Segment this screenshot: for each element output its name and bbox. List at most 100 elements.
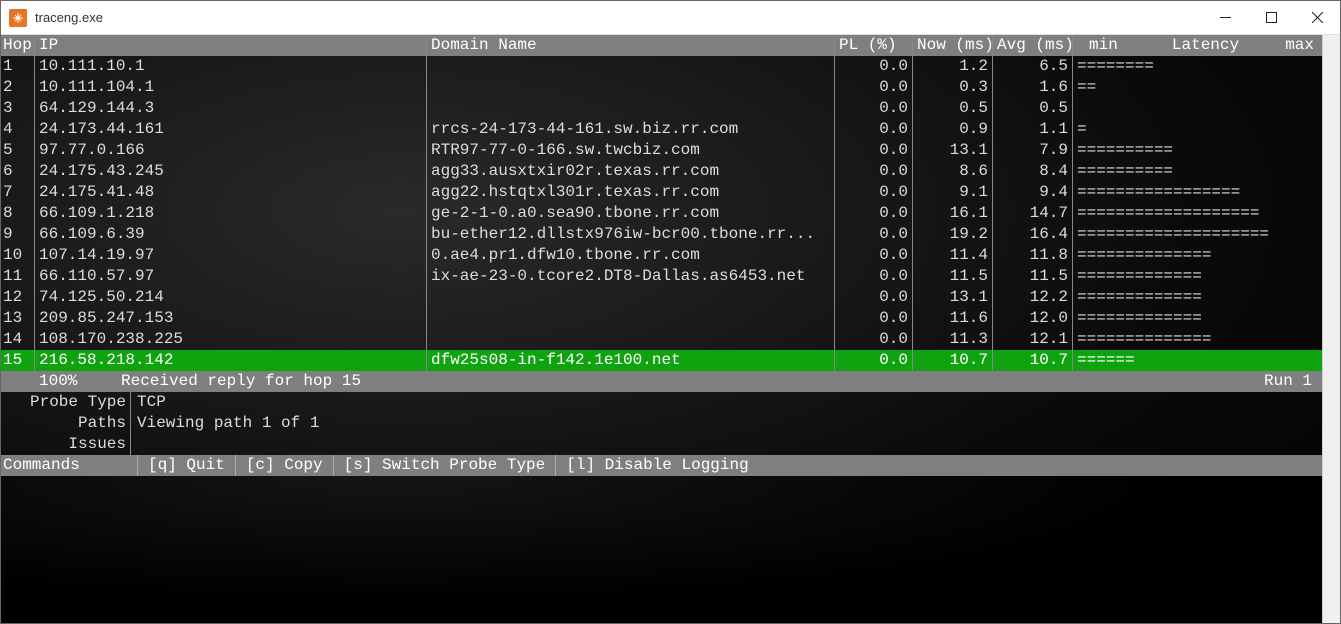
cell-domain: agg33.ausxtxir02r.texas.rr.com xyxy=(427,161,835,182)
issues-value xyxy=(131,434,1322,455)
table-row[interactable]: 364.129.144.30.00.50.5 xyxy=(1,98,1322,119)
table-row[interactable]: 597.77.0.166RTR97-77-0-166.sw.twcbiz.com… xyxy=(1,140,1322,161)
table-header: Hop IP Domain Name PL (%) Now (ms) Avg (… xyxy=(1,35,1322,56)
cell-ip: 216.58.218.142 xyxy=(35,350,427,371)
cell-now: 0.5 xyxy=(913,98,993,119)
cell-ip: 66.109.1.218 xyxy=(35,203,427,224)
cell-hop: 9 xyxy=(1,224,35,245)
cell-avg: 16.4 xyxy=(993,224,1073,245)
col-pl[interactable]: PL (%) xyxy=(835,35,913,56)
cell-ip: 64.129.144.3 xyxy=(35,98,427,119)
cell-avg: 6.5 xyxy=(993,56,1073,77)
maximize-button[interactable] xyxy=(1248,1,1294,35)
app-window: traceng.exe Hop IP Domain Name PL (%) No… xyxy=(0,0,1341,624)
table-row[interactable]: 866.109.1.218ge-2-1-0.a0.sea90.tbone.rr.… xyxy=(1,203,1322,224)
cell-ip: 24.175.41.48 xyxy=(35,182,427,203)
table-row[interactable]: 10107.14.19.970.ae4.pr1.dfw10.tbone.rr.c… xyxy=(1,245,1322,266)
cell-ip: 108.170.238.225 xyxy=(35,329,427,350)
table-row[interactable]: 624.175.43.245agg33.ausxtxir02r.texas.rr… xyxy=(1,161,1322,182)
cell-now: 13.1 xyxy=(913,140,993,161)
cell-hop: 1 xyxy=(1,56,35,77)
close-button[interactable] xyxy=(1294,1,1340,35)
cell-domain: rrcs-24-173-44-161.sw.biz.rr.com xyxy=(427,119,835,140)
col-latency[interactable]: min Latency max xyxy=(1073,35,1322,56)
cell-hop: 14 xyxy=(1,329,35,350)
app-icon xyxy=(9,9,27,27)
minimize-button[interactable] xyxy=(1202,1,1248,35)
cell-avg: 12.0 xyxy=(993,308,1073,329)
cell-latency: ====== xyxy=(1073,350,1322,371)
cell-domain: ix-ae-23-0.tcore2.DT8-Dallas.as6453.net xyxy=(427,266,835,287)
col-hop[interactable]: Hop xyxy=(1,35,35,56)
cell-avg: 9.4 xyxy=(993,182,1073,203)
cell-ip: 66.110.57.97 xyxy=(35,266,427,287)
probe-type-value: TCP xyxy=(131,392,1322,413)
cell-hop: 12 xyxy=(1,287,35,308)
cell-now: 11.3 xyxy=(913,329,993,350)
cell-latency: ============= xyxy=(1073,308,1322,329)
col-avg[interactable]: Avg (ms) xyxy=(993,35,1073,56)
table-row[interactable]: 1166.110.57.97ix-ae-23-0.tcore2.DT8-Dall… xyxy=(1,266,1322,287)
cell-avg: 11.5 xyxy=(993,266,1073,287)
command-item[interactable]: [l] Disable Logging xyxy=(555,455,758,476)
table-row[interactable]: 13209.85.247.1530.011.612.0============= xyxy=(1,308,1322,329)
cell-domain xyxy=(427,98,835,119)
cell-ip: 24.175.43.245 xyxy=(35,161,427,182)
cell-latency: ========== xyxy=(1073,161,1322,182)
command-item[interactable]: [q] Quit xyxy=(137,455,235,476)
cell-hop: 13 xyxy=(1,308,35,329)
cell-domain: RTR97-77-0-166.sw.twcbiz.com xyxy=(427,140,835,161)
cell-pl: 0.0 xyxy=(835,350,913,371)
cell-avg: 10.7 xyxy=(993,350,1073,371)
cell-avg: 14.7 xyxy=(993,203,1073,224)
cell-avg: 1.1 xyxy=(993,119,1073,140)
cell-domain: agg22.hstqtxl301r.texas.rr.com xyxy=(427,182,835,203)
table-row[interactable]: 15216.58.218.142dfw25s08-in-f142.1e100.n… xyxy=(1,350,1322,371)
cell-latency: =================== xyxy=(1073,203,1322,224)
cell-domain xyxy=(427,77,835,98)
cell-now: 16.1 xyxy=(913,203,993,224)
cell-now: 1.2 xyxy=(913,56,993,77)
cell-latency: ==================== xyxy=(1073,224,1322,245)
cell-domain: dfw25s08-in-f142.1e100.net xyxy=(427,350,835,371)
footer-issues: Issues xyxy=(1,434,1322,455)
table-row[interactable]: 724.175.41.48agg22.hstqtxl301r.texas.rr.… xyxy=(1,182,1322,203)
cell-pl: 0.0 xyxy=(835,119,913,140)
scrollbar[interactable] xyxy=(1322,35,1340,623)
cell-now: 0.3 xyxy=(913,77,993,98)
cell-pl: 0.0 xyxy=(835,329,913,350)
col-domain[interactable]: Domain Name xyxy=(427,35,835,56)
cell-latency: == xyxy=(1073,77,1322,98)
cell-now: 10.7 xyxy=(913,350,993,371)
cell-latency: ============= xyxy=(1073,287,1322,308)
cell-latency: ============== xyxy=(1073,245,1322,266)
cell-avg: 12.1 xyxy=(993,329,1073,350)
cell-domain xyxy=(427,287,835,308)
table-row[interactable]: 966.109.6.39bu-ether12.dllstx976iw-bcr00… xyxy=(1,224,1322,245)
cell-ip: 107.14.19.97 xyxy=(35,245,427,266)
table-row[interactable]: 210.111.104.10.00.31.6== xyxy=(1,77,1322,98)
cell-avg: 0.5 xyxy=(993,98,1073,119)
table-row[interactable]: 110.111.10.10.01.26.5======== xyxy=(1,56,1322,77)
col-now[interactable]: Now (ms) xyxy=(913,35,993,56)
cell-latency: ============= xyxy=(1073,266,1322,287)
paths-value: Viewing path 1 of 1 xyxy=(131,413,1322,434)
cell-pl: 0.0 xyxy=(835,287,913,308)
cell-now: 8.6 xyxy=(913,161,993,182)
cell-ip: 209.85.247.153 xyxy=(35,308,427,329)
cell-pl: 0.0 xyxy=(835,266,913,287)
command-item[interactable]: [s] Switch Probe Type xyxy=(333,455,556,476)
cell-pl: 0.0 xyxy=(835,224,913,245)
command-item[interactable]: [c] Copy xyxy=(235,455,333,476)
cell-hop: 7 xyxy=(1,182,35,203)
cell-avg: 8.4 xyxy=(993,161,1073,182)
table-row[interactable]: 1274.125.50.2140.013.112.2============= xyxy=(1,287,1322,308)
table-row[interactable]: 424.173.44.161rrcs-24-173-44-161.sw.biz.… xyxy=(1,119,1322,140)
cell-hop: 6 xyxy=(1,161,35,182)
cell-pl: 0.0 xyxy=(835,308,913,329)
table-row[interactable]: 14108.170.238.2250.011.312.1============… xyxy=(1,329,1322,350)
cell-hop: 2 xyxy=(1,77,35,98)
titlebar[interactable]: traceng.exe xyxy=(1,1,1340,35)
col-ip[interactable]: IP xyxy=(35,35,427,56)
issues-label: Issues xyxy=(1,434,131,455)
